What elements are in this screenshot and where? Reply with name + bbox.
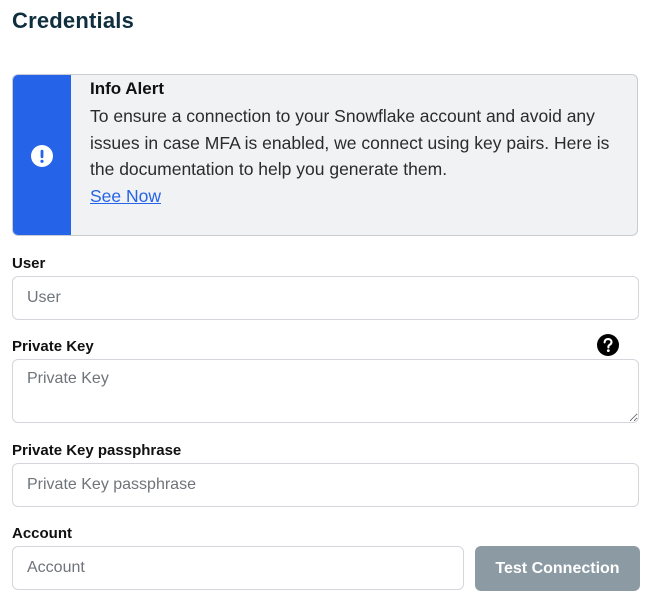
account-label: Account bbox=[12, 525, 72, 542]
private-key-label: Private Key bbox=[12, 338, 94, 355]
see-now-link[interactable]: See Now bbox=[90, 183, 161, 209]
info-alert: Info Alert To ensure a connection to you… bbox=[12, 74, 638, 236]
user-label: User bbox=[12, 255, 46, 272]
passphrase-label: Private Key passphrase bbox=[12, 442, 182, 459]
alert-title: Info Alert bbox=[90, 79, 164, 98]
user-input[interactable] bbox=[12, 276, 639, 320]
exclamation-circle-icon bbox=[31, 145, 53, 167]
alert-body: Info Alert To ensure a connection to you… bbox=[90, 77, 621, 209]
page-title: Credentials bbox=[12, 8, 135, 33]
private-key-textarea[interactable] bbox=[12, 359, 639, 423]
question-circle-icon[interactable] bbox=[597, 334, 619, 356]
alert-accent-bar bbox=[13, 75, 71, 235]
alert-message: To ensure a connection to your Snowflake… bbox=[90, 106, 610, 179]
account-input[interactable] bbox=[12, 546, 464, 590]
passphrase-input[interactable] bbox=[12, 463, 639, 507]
test-connection-button[interactable]: Test Connection bbox=[475, 546, 640, 591]
